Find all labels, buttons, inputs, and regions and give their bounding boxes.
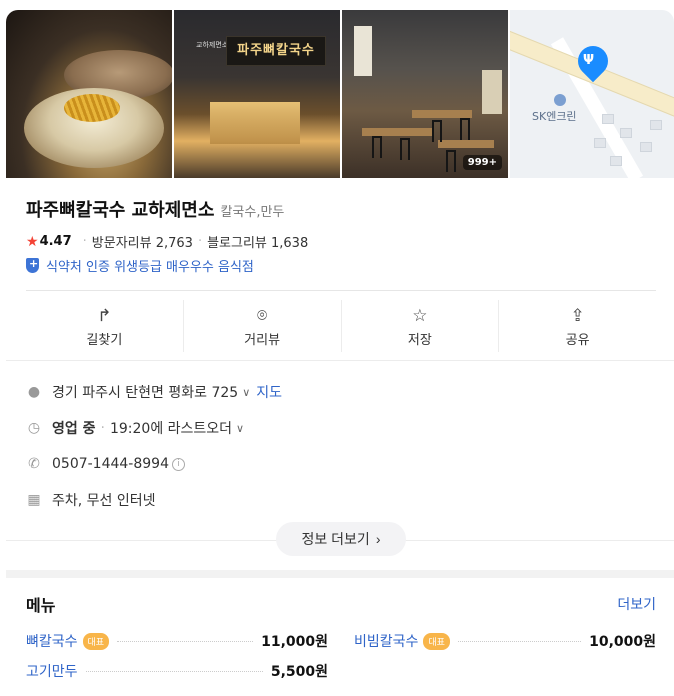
map-link[interactable]: 지도 xyxy=(256,382,282,402)
place-card: 교하제면소 파주뼈칼국수 999+ Ψ SK엔크린 파주뼈칼국수 교하제면소 칼… xyxy=(6,10,674,696)
street-view-button[interactable]: ⌾ 거리뷰 xyxy=(182,300,341,352)
separator-dot: · xyxy=(82,234,87,249)
place-name: 파주뼈칼국수 교하제면소 xyxy=(26,200,215,221)
menu-title: 메뉴 xyxy=(26,596,56,615)
shield-icon xyxy=(26,257,39,273)
menu-item-price: 10,000원 xyxy=(589,634,656,650)
more-info-button[interactable]: 정보 더보기 › xyxy=(276,522,406,556)
menu-item[interactable]: 고기만두 5,500원 xyxy=(26,660,328,682)
menu-item-name: 비빔칼국수 xyxy=(354,634,419,650)
share-label: 공유 xyxy=(565,332,590,348)
divider xyxy=(6,360,674,361)
phone-row: ✆ 0507-1444-8994 i xyxy=(26,446,646,482)
last-order-text: 19:20에 라스트오더 xyxy=(109,421,233,437)
chevron-right-icon: › xyxy=(375,531,381,547)
star-icon: ★ xyxy=(26,233,39,250)
more-info-label: 정보 더보기 xyxy=(301,531,370,547)
visitor-reviews-link[interactable]: 방문자리뷰 2,763 xyxy=(92,232,193,251)
store-sign: 파주뼈칼국수 xyxy=(226,36,326,66)
open-status: 영업 중 xyxy=(52,421,96,437)
separator-dot: · xyxy=(197,234,203,249)
representative-badge: 대표 xyxy=(423,632,450,650)
photo-interior[interactable]: 999+ xyxy=(342,10,508,178)
photo-count-badge: 999+ xyxy=(462,155,502,170)
rating-row: ★ 4.47 · 방문자리뷰 2,763 · 블로그리뷰 1,638 xyxy=(26,232,308,252)
save-button[interactable]: ☆ 저장 xyxy=(340,300,499,352)
title-row: 파주뼈칼국수 교하제면소 칼국수,만두 xyxy=(26,196,284,222)
facilities-row: ▦ 주차, 무선 인터넷 xyxy=(26,482,646,518)
directions-label: 길찾기 xyxy=(86,332,123,348)
chevron-down-icon[interactable]: ∨ xyxy=(242,386,250,399)
action-bar: ↱ 길찾기 ⌾ 거리뷰 ☆ 저장 ⇪ 공유 xyxy=(26,300,656,352)
menu-item-name: 뼈칼국수 xyxy=(26,634,78,650)
photo-map[interactable]: Ψ SK엔크린 xyxy=(510,10,674,178)
directions-button[interactable]: ↱ 길찾기 xyxy=(26,300,183,352)
dot-leader xyxy=(85,670,263,672)
share-icon: ⇪ xyxy=(570,305,585,326)
dot-leader xyxy=(457,640,582,642)
address-text: 경기 파주시 탄현면 평화로 725 xyxy=(52,385,239,401)
address-row: ● 경기 파주시 탄현면 평화로 725 ∨ 지도 xyxy=(26,374,646,410)
street-view-icon: ⌾ xyxy=(257,305,268,326)
certification-row[interactable]: 식약처 인증 위생등급 매우우수 음식점 xyxy=(26,256,254,275)
dot-leader xyxy=(117,640,254,642)
menu-more-link[interactable]: 더보기 xyxy=(617,594,656,614)
photo-food[interactable] xyxy=(6,10,172,178)
menu-list: 뼈칼국수 대표 11,000원 비빔칼국수 대표 10,000원 고기만두 5,… xyxy=(26,630,656,682)
divider xyxy=(26,290,656,291)
menu-item-price: 5,500원 xyxy=(270,664,328,680)
clock-icon: ◷ xyxy=(27,420,41,436)
store-icon: ▦ xyxy=(27,492,41,508)
phone-icon: ✆ xyxy=(28,456,40,472)
certification-text: 식약처 인증 위생등급 매우우수 음식점 xyxy=(46,260,254,275)
menu-item[interactable]: 비빔칼국수 대표 10,000원 xyxy=(354,630,656,652)
map-poi-label: SK엔크린 xyxy=(532,110,577,123)
section-gap xyxy=(6,570,674,578)
menu-item-price: 11,000원 xyxy=(261,634,328,650)
gas-station-icon xyxy=(554,94,566,106)
star-outline-icon: ☆ xyxy=(412,305,428,326)
blog-reviews-link[interactable]: 블로그리뷰 1,638 xyxy=(207,232,308,251)
phone-number[interactable]: 0507-1444-8994 xyxy=(52,456,169,472)
chevron-down-icon[interactable]: ∨ xyxy=(236,422,244,435)
location-pin-icon: ● xyxy=(27,384,41,400)
rating-value: 4.47 xyxy=(39,234,72,249)
share-button[interactable]: ⇪ 공유 xyxy=(498,300,656,352)
separator-dot: · xyxy=(100,420,105,436)
place-category: 칼국수,만두 xyxy=(220,205,285,220)
facilities-text: 주차, 무선 인터넷 xyxy=(52,493,156,509)
fork-knife-icon: Ψ xyxy=(583,53,595,68)
menu-item-name: 고기만두 xyxy=(26,664,78,680)
directions-icon: ↱ xyxy=(97,305,112,326)
hours-row[interactable]: ◷ 영업 중 · 19:20에 라스트오더 ∨ xyxy=(26,410,646,446)
photo-storefront[interactable]: 교하제면소 파주뼈칼국수 xyxy=(174,10,340,178)
photo-strip: 교하제면소 파주뼈칼국수 999+ Ψ SK엔크린 xyxy=(6,10,674,178)
info-section: ● 경기 파주시 탄현면 평화로 725 ∨ 지도 ◷ 영업 중 · 19:20… xyxy=(26,374,646,518)
representative-badge: 대표 xyxy=(82,632,110,650)
info-icon[interactable]: i xyxy=(172,457,185,471)
sign-small-text: 교하제면소 xyxy=(196,41,229,49)
street-view-label: 거리뷰 xyxy=(244,332,281,348)
save-label: 저장 xyxy=(407,332,432,348)
menu-item[interactable]: 뼈칼국수 대표 11,000원 xyxy=(26,630,328,652)
